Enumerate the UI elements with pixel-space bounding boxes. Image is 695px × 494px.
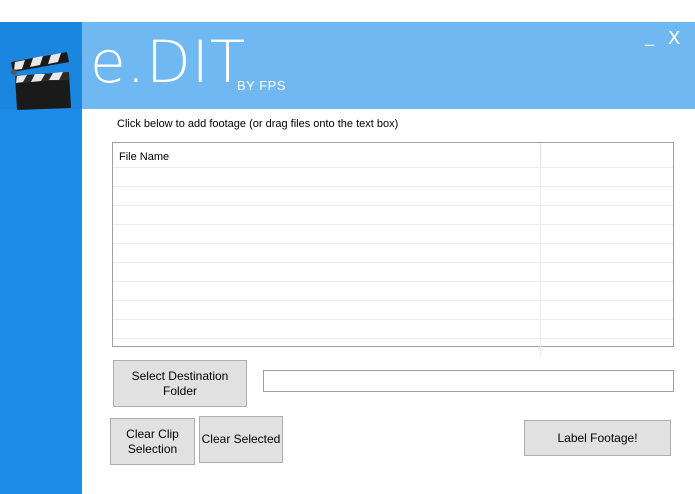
table-row bbox=[113, 300, 673, 319]
table-row bbox=[113, 281, 673, 300]
table-row bbox=[113, 319, 673, 338]
label-footage-button[interactable]: Label Footage! bbox=[524, 420, 671, 456]
brand-title: e.DIT bbox=[90, 28, 247, 96]
clear-selected-button[interactable]: Clear Selected bbox=[199, 416, 283, 463]
column-header-file-name[interactable]: File Name bbox=[113, 143, 541, 167]
file-list[interactable]: File Name bbox=[112, 142, 674, 357]
table-row bbox=[113, 205, 673, 224]
table-row bbox=[113, 262, 673, 281]
logo-area bbox=[0, 22, 82, 110]
brand-subtitle: BY FPS bbox=[237, 78, 287, 93]
clapperboard-icon bbox=[11, 52, 71, 110]
table-row bbox=[113, 167, 673, 186]
column-header-extra[interactable] bbox=[541, 143, 673, 167]
file-list-rows bbox=[113, 167, 673, 357]
destination-field[interactable] bbox=[263, 370, 674, 392]
clear-clip-selection-button[interactable]: Clear Clip Selection bbox=[110, 418, 195, 465]
app-window: e.DIT BY FPS _ X Click below to add foot… bbox=[0, 0, 695, 494]
table-row bbox=[113, 338, 673, 357]
minimize-button[interactable]: _ bbox=[645, 26, 654, 47]
table-row bbox=[113, 186, 673, 205]
close-button[interactable]: X bbox=[668, 28, 680, 49]
instructions-text: Click below to add footage (or drag file… bbox=[117, 118, 399, 130]
select-destination-button[interactable]: Select Destination Folder bbox=[113, 360, 247, 407]
table-row bbox=[113, 243, 673, 262]
table-row bbox=[113, 224, 673, 243]
